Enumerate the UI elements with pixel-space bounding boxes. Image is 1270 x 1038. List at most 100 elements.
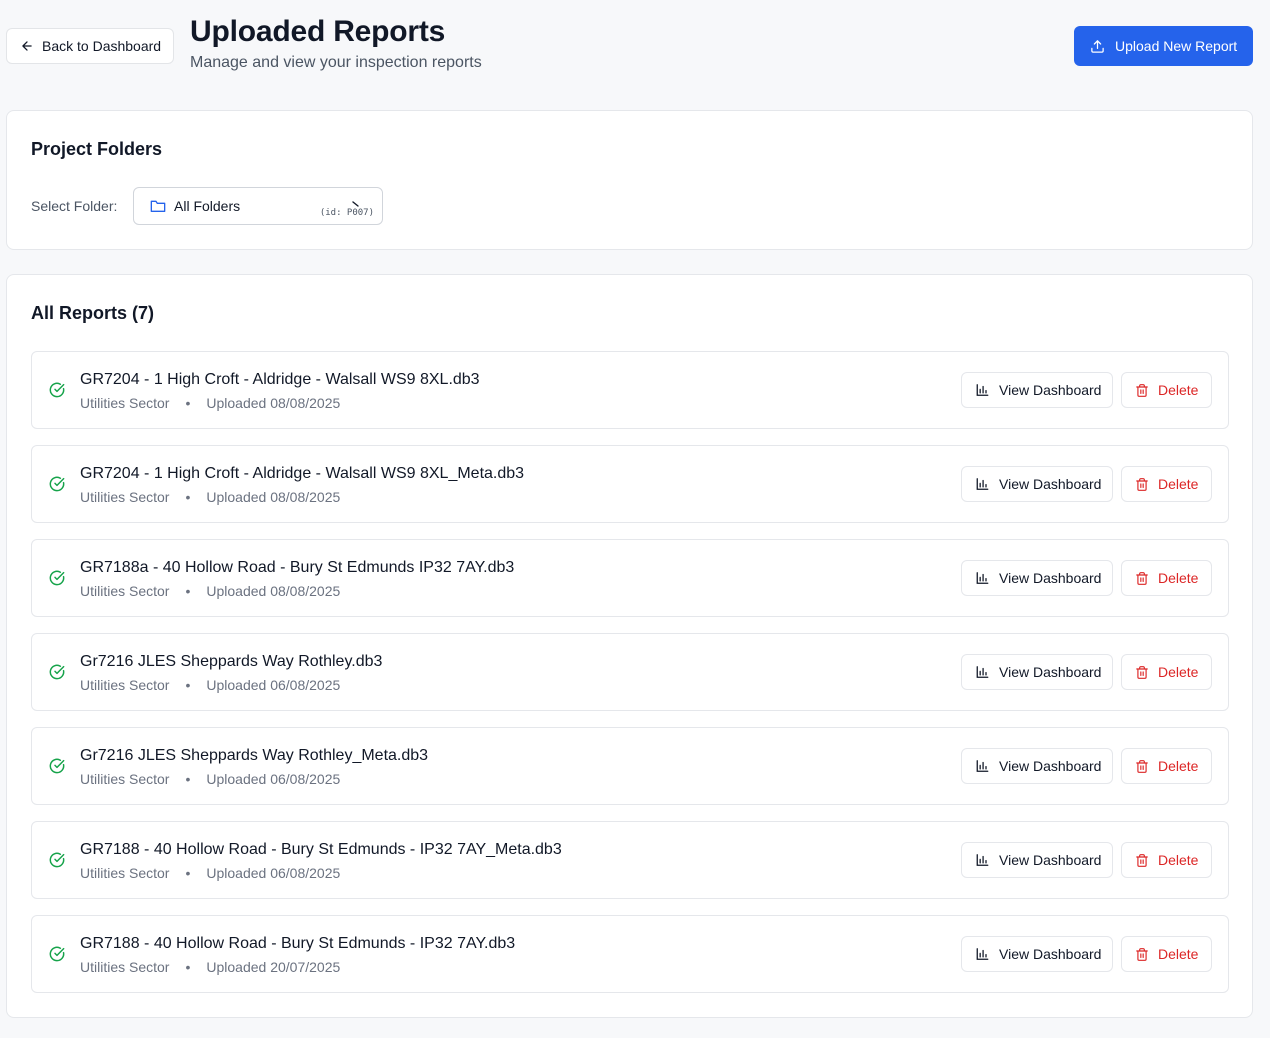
report-meta: Utilities Sector • Uploaded 20/07/2025 — [80, 959, 340, 975]
view-dashboard-button[interactable]: View Dashboard — [961, 842, 1113, 878]
report-meta: Utilities Sector • Uploaded 08/08/2025 — [80, 583, 340, 599]
view-dashboard-label: View Dashboard — [999, 664, 1102, 680]
view-dashboard-label: View Dashboard — [999, 758, 1102, 774]
project-folders-title: Project Folders — [31, 139, 163, 159]
report-sector: Utilities Sector — [80, 489, 170, 505]
all-reports-title: All Reports (7) — [31, 303, 155, 323]
folder-icon — [150, 200, 166, 212]
report-meta: Utilities Sector • Uploaded 06/08/2025 — [80, 771, 340, 787]
trash-icon — [1136, 947, 1148, 961]
report-upload-date: Uploaded 08/08/2025 — [206, 395, 341, 411]
delete-label: Delete — [1158, 852, 1199, 868]
report-item: GR7188a - 40 Hollow Road - Bury St Edmun… — [31, 539, 1229, 617]
view-dashboard-button[interactable]: View Dashboard — [961, 748, 1113, 784]
chevron-down-icon — [352, 201, 359, 207]
report-sector: Utilities Sector — [80, 771, 170, 787]
delete-label: Delete — [1158, 476, 1199, 492]
view-dashboard-button[interactable]: View Dashboard — [961, 936, 1113, 972]
all-reports-card: All Reports (7) GR7204 - 1 High Croft - … — [6, 274, 1253, 1018]
trash-icon — [1136, 383, 1148, 397]
bar-chart-icon — [976, 760, 989, 772]
delete-label: Delete — [1158, 664, 1199, 680]
trash-icon — [1136, 665, 1148, 679]
delete-button[interactable]: Delete — [1121, 466, 1212, 502]
report-item: Gr7216 JLES Sheppards Way Rothley_Meta.d… — [31, 727, 1229, 805]
check-circle-icon — [49, 476, 65, 492]
delete-label: Delete — [1158, 758, 1199, 774]
delete-button[interactable]: Delete — [1121, 842, 1212, 878]
report-meta: Utilities Sector • Uploaded 08/08/2025 — [80, 395, 340, 411]
delete-button[interactable]: Delete — [1121, 372, 1212, 408]
check-circle-icon — [49, 758, 65, 774]
meta-separator: • — [185, 865, 191, 881]
trash-icon — [1136, 477, 1148, 491]
check-circle-icon — [49, 664, 65, 680]
meta-separator: • — [185, 583, 191, 599]
report-upload-date: Uploaded 08/08/2025 — [206, 583, 341, 599]
report-name: GR7204 - 1 High Croft - Aldridge - Walsa… — [80, 465, 525, 482]
view-dashboard-label: View Dashboard — [999, 946, 1102, 962]
bar-chart-icon — [976, 572, 989, 584]
check-circle-icon — [49, 946, 65, 962]
delete-label: Delete — [1158, 570, 1199, 586]
folder-select-value: All Folders — [174, 198, 241, 214]
folder-select[interactable]: All Folders (id: P007) — [133, 187, 383, 225]
meta-separator: • — [185, 771, 191, 787]
folder-id-hint: (id: P007) — [319, 208, 374, 218]
upload-icon — [1091, 39, 1104, 53]
upload-button-label: Upload New Report — [1115, 38, 1238, 54]
report-upload-date: Uploaded 06/08/2025 — [206, 677, 341, 693]
trash-icon — [1136, 571, 1148, 585]
arrow-left-icon — [22, 41, 32, 51]
report-item: GR7204 - 1 High Croft - Aldridge - Walsa… — [31, 445, 1229, 523]
upload-new-report-button[interactable]: Upload New Report — [1074, 26, 1253, 66]
view-dashboard-button[interactable]: View Dashboard — [961, 654, 1113, 690]
report-item: GR7204 - 1 High Croft - Aldridge - Walsa… — [31, 351, 1229, 429]
meta-separator: • — [185, 489, 191, 505]
delete-label: Delete — [1158, 946, 1199, 962]
page-subtitle: Manage and view your inspection reports — [190, 54, 482, 71]
report-upload-date: Uploaded 06/08/2025 — [206, 771, 341, 787]
folder-select-row: Select Folder: All Folders (id: P007) — [31, 187, 383, 225]
bar-chart-icon — [976, 854, 989, 866]
report-name: GR7204 - 1 High Croft - Aldridge - Walsa… — [80, 371, 480, 388]
report-upload-date: Uploaded 20/07/2025 — [206, 959, 341, 975]
report-name: GR7188 - 40 Hollow Road - Bury St Edmund… — [80, 841, 562, 858]
report-sector: Utilities Sector — [80, 583, 170, 599]
meta-separator: • — [185, 959, 191, 975]
check-circle-icon — [49, 570, 65, 586]
view-dashboard-button[interactable]: View Dashboard — [961, 466, 1113, 502]
view-dashboard-label: View Dashboard — [999, 570, 1102, 586]
meta-separator: • — [185, 677, 191, 693]
report-list: GR7204 - 1 High Croft - Aldridge - Walsa… — [31, 351, 1229, 1009]
report-sector: Utilities Sector — [80, 395, 170, 411]
report-name: GR7188a - 40 Hollow Road - Bury St Edmun… — [80, 559, 515, 576]
report-name: Gr7216 JLES Sheppards Way Rothley.db3 — [80, 653, 383, 670]
bar-chart-icon — [976, 666, 989, 678]
meta-separator: • — [185, 395, 191, 411]
select-folder-label: Select Folder: — [31, 198, 118, 214]
delete-button[interactable]: Delete — [1121, 560, 1212, 596]
uploaded-reports-page: Back to Dashboard Uploaded Reports Manag… — [0, 0, 1270, 1038]
report-item: GR7188 - 40 Hollow Road - Bury St Edmund… — [31, 821, 1229, 899]
project-folders-card: Project Folders Select Folder: All Folde… — [6, 110, 1253, 250]
view-dashboard-label: View Dashboard — [999, 852, 1102, 868]
report-sector: Utilities Sector — [80, 959, 170, 975]
delete-button[interactable]: Delete — [1121, 654, 1212, 690]
report-name: GR7188 - 40 Hollow Road - Bury St Edmund… — [80, 935, 516, 952]
back-to-dashboard-button[interactable]: Back to Dashboard — [6, 28, 174, 64]
check-circle-icon — [49, 852, 65, 868]
view-dashboard-button[interactable]: View Dashboard — [961, 372, 1113, 408]
delete-button[interactable]: Delete — [1121, 748, 1212, 784]
page-header: Uploaded Reports Manage and view your in… — [190, 14, 482, 72]
bar-chart-icon — [976, 478, 989, 490]
view-dashboard-button[interactable]: View Dashboard — [961, 560, 1113, 596]
page-title: Uploaded Reports — [190, 15, 446, 48]
bar-chart-icon — [976, 948, 989, 960]
view-dashboard-label: View Dashboard — [999, 476, 1102, 492]
trash-icon — [1136, 759, 1148, 773]
report-item: GR7188 - 40 Hollow Road - Bury St Edmund… — [31, 915, 1229, 993]
report-name: Gr7216 JLES Sheppards Way Rothley_Meta.d… — [80, 747, 429, 764]
report-upload-date: Uploaded 06/08/2025 — [206, 865, 341, 881]
delete-button[interactable]: Delete — [1121, 936, 1212, 972]
